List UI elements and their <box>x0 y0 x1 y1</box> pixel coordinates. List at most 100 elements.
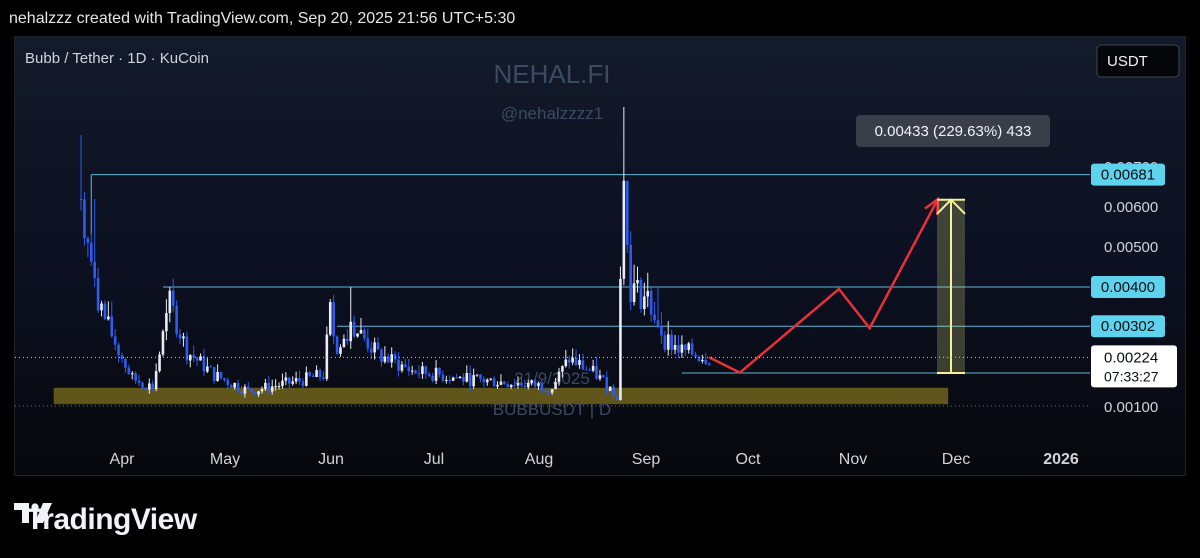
candle-body <box>485 379 489 383</box>
candle-body <box>694 354 697 357</box>
candle-body <box>629 244 632 303</box>
candle-body <box>346 338 349 342</box>
candle-body <box>335 336 339 354</box>
candle-body <box>219 371 223 379</box>
candle-body <box>707 363 711 366</box>
candle-body <box>632 283 636 303</box>
candle-body <box>427 374 431 376</box>
candle-body <box>148 383 151 390</box>
candle-body <box>342 338 346 348</box>
candle-body <box>257 391 260 395</box>
candle-body <box>223 378 226 380</box>
candle-body <box>404 364 407 367</box>
candle-body <box>462 376 465 382</box>
candle-body <box>445 379 448 381</box>
candle-body <box>397 359 400 371</box>
candle-body <box>110 316 114 337</box>
candle-body <box>513 384 516 386</box>
x-tick-label: Apr <box>110 451 136 468</box>
candle-body <box>516 383 520 386</box>
candle-body <box>499 381 503 385</box>
candle-body <box>523 385 527 388</box>
candle-body <box>216 371 219 382</box>
candle-body <box>438 367 441 375</box>
candle-body <box>287 377 291 384</box>
candle-body <box>363 329 366 339</box>
x-tick-label: Jun <box>318 451 344 468</box>
candle-body <box>554 382 557 390</box>
candle-body <box>373 342 376 353</box>
candle-body <box>206 366 209 372</box>
candle-body <box>301 381 305 386</box>
candle-body <box>89 242 93 262</box>
candle-body <box>666 334 670 350</box>
candle-body <box>619 278 622 401</box>
candle-body <box>134 373 137 381</box>
y-tick-label: 0.00500 <box>1104 239 1158 256</box>
candle-body <box>264 382 267 390</box>
candle-body <box>243 386 247 394</box>
candle-body <box>567 359 571 363</box>
y-tick-label: 0.00600 <box>1104 199 1158 216</box>
candle-body <box>506 384 510 388</box>
candle-body <box>359 329 363 334</box>
candle-body <box>595 365 598 379</box>
candles <box>79 107 711 401</box>
candle-body <box>229 384 233 388</box>
candle-body <box>646 290 650 297</box>
symbol-line: Bubb / Tether · 1D · KuCoin <box>25 50 209 67</box>
candle-body <box>608 386 612 392</box>
candle-body <box>325 334 329 379</box>
candle-body <box>322 377 325 379</box>
candle-body <box>475 374 479 376</box>
candle-body <box>182 336 185 339</box>
candle-body <box>588 369 592 371</box>
candle-body <box>410 370 414 372</box>
currency-button[interactable]: USDT <box>1096 44 1180 78</box>
candle-body <box>530 380 533 384</box>
candle-body <box>643 296 646 310</box>
candle-body <box>649 290 653 315</box>
candle-body <box>496 384 499 387</box>
candle-body <box>424 366 428 375</box>
candle-body <box>663 335 667 350</box>
candle-body <box>492 378 496 387</box>
candle-body <box>267 382 271 392</box>
candle-body <box>547 391 551 393</box>
candle-body <box>250 388 254 392</box>
candle-body <box>226 379 230 385</box>
chart-caption: nehalzzz created with TradingView.com, S… <box>9 10 516 27</box>
x-tick-label: Oct <box>736 451 761 468</box>
candle-body <box>455 377 458 379</box>
candle-body <box>468 373 472 387</box>
chart-panel[interactable]: NEHAL.FI @nehalzzzz1 21/9/2025 BUBBUSDT | D… <box>14 36 1186 476</box>
candle-body <box>117 344 120 356</box>
candle-body <box>598 375 602 379</box>
candle-body <box>509 384 513 388</box>
x-tick-label: Dec <box>942 451 970 468</box>
tradingview-footer: TradingView <box>14 500 197 540</box>
candle-body <box>550 389 554 393</box>
candle-body <box>622 180 626 279</box>
candle-body <box>561 366 564 372</box>
candle-body <box>683 344 687 350</box>
candle-body <box>451 377 455 381</box>
candle-body <box>305 372 308 386</box>
watermark-date: 21/9/2025 <box>514 369 590 388</box>
candle-body <box>352 321 356 337</box>
candle-body <box>366 338 370 349</box>
candle-body <box>291 381 294 384</box>
candle-body <box>581 360 585 370</box>
price-level-label: 0.00400 <box>1101 279 1155 296</box>
candle-body <box>130 373 134 375</box>
candle-body <box>137 380 141 383</box>
candle-body <box>209 366 213 368</box>
countdown-label: 07:33:27 <box>1104 368 1159 384</box>
candle-body <box>656 320 660 326</box>
price-chart[interactable]: NEHAL.FI @nehalzzzz1 21/9/2025 BUBBUSDT | D… <box>15 37 1186 476</box>
candle-body <box>247 386 250 389</box>
candle-body <box>260 389 264 392</box>
candle-body <box>625 180 629 245</box>
candle-body <box>533 380 537 387</box>
candle-body <box>690 343 694 355</box>
